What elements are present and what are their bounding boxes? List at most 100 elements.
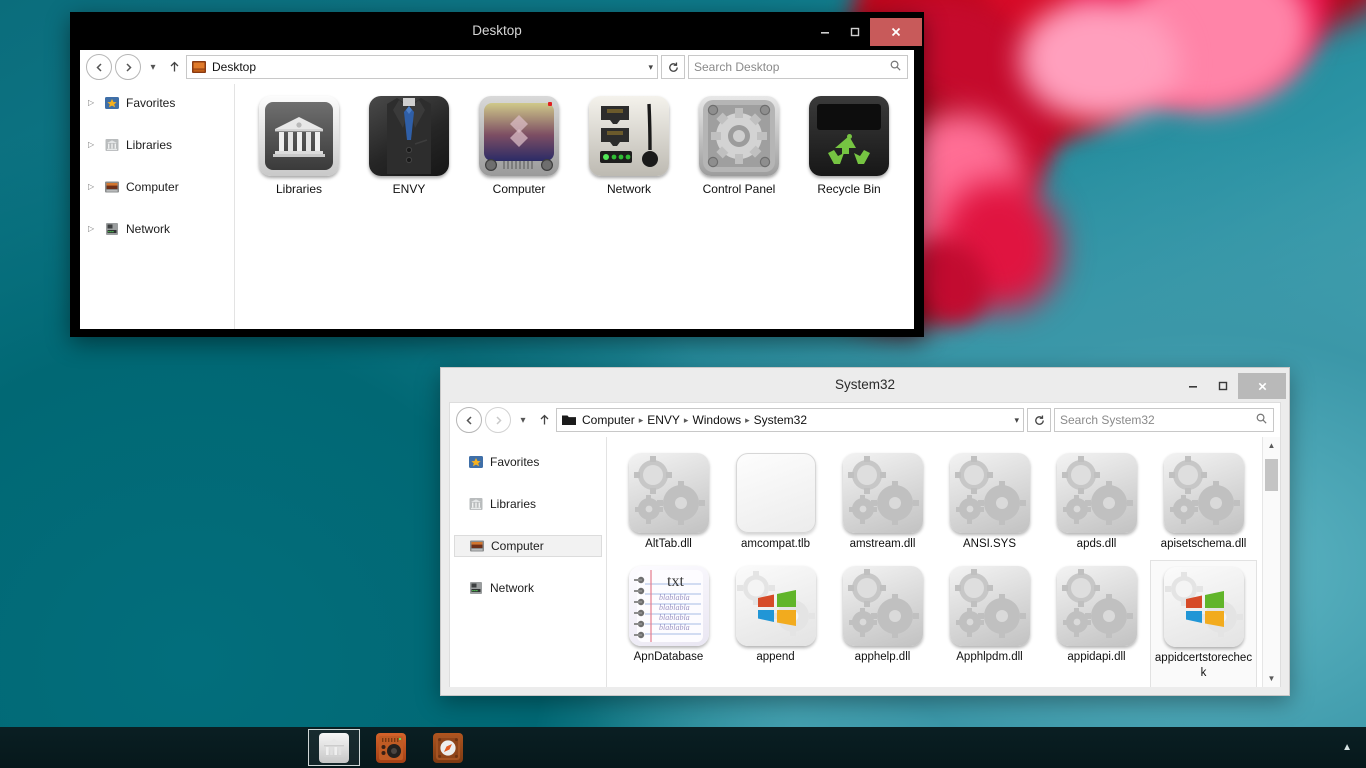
- computer-icon: [469, 538, 485, 554]
- desktop-item-control-panel[interactable]: Control Panel: [691, 96, 787, 196]
- file-item-apisetschema-dll[interactable]: apisetschema.dll: [1150, 447, 1257, 560]
- maximize-button[interactable]: [840, 17, 870, 47]
- search-icon[interactable]: [889, 59, 902, 75]
- file-item-append[interactable]: append: [722, 560, 829, 687]
- up-button[interactable]: [165, 55, 183, 79]
- dll-gears-icon: [1163, 453, 1244, 533]
- expand-triangle-icon[interactable]: ▷: [88, 183, 98, 191]
- scroll-thumb[interactable]: [1265, 459, 1278, 491]
- maximize-button[interactable]: [1208, 371, 1238, 401]
- up-button[interactable]: [535, 408, 553, 432]
- sidebar-item-computer[interactable]: Computer: [454, 535, 602, 557]
- taskbar-browser[interactable]: [422, 729, 474, 766]
- window-system32[interactable]: System32 ▾ Computer ▸ ENVY ▸ Windows ▸ S…: [440, 367, 1290, 696]
- refresh-button[interactable]: [1027, 408, 1051, 432]
- breadcrumb-separator[interactable]: ▸: [684, 415, 689, 426]
- desktop-folder-icon: [191, 59, 207, 75]
- breadcrumb-separator[interactable]: ▸: [639, 415, 644, 426]
- expand-triangle-icon[interactable]: ▷: [88, 99, 98, 107]
- scroll-up-arrow[interactable]: ▲: [1263, 437, 1280, 454]
- desktop-item-network[interactable]: Network: [581, 96, 677, 196]
- file-pane-system32[interactable]: AltTab.dll amcompat.tlb amstream.dll ANS…: [607, 437, 1280, 687]
- file-item-apndatabase[interactable]: txt blablabla blablabla blablabla blablabl…: [615, 560, 722, 687]
- chevron-down-icon[interactable]: ▾: [144, 55, 162, 79]
- dll-gears-icon: [949, 453, 1030, 533]
- address-bar-system32[interactable]: Computer ▸ ENVY ▸ Windows ▸ System32 ▾: [556, 408, 1024, 432]
- scroll-down-arrow[interactable]: ▼: [1263, 670, 1280, 687]
- address-dropdown-icon[interactable]: ▾: [1008, 415, 1019, 426]
- file-item-alttab-dll[interactable]: AltTab.dll: [615, 447, 722, 560]
- breadcrumb-item[interactable]: ENVY: [647, 413, 680, 427]
- minimize-button[interactable]: [1178, 371, 1208, 401]
- show-hidden-icons-button[interactable]: ▲: [1342, 742, 1352, 753]
- dll-gears-icon: [842, 566, 923, 646]
- sidebar-item-libraries[interactable]: Libraries: [450, 493, 606, 515]
- file-item-ansi-sys[interactable]: ANSI.SYS: [936, 447, 1043, 560]
- breadcrumb-item[interactable]: Computer: [582, 413, 635, 427]
- breadcrumb-separator[interactable]: ▸: [745, 415, 750, 426]
- window-controls-system32: [1178, 371, 1286, 401]
- back-button[interactable]: [86, 54, 112, 80]
- file-item-amstream-dll[interactable]: amstream.dll: [829, 447, 936, 560]
- desktop-item-recycle-bin[interactable]: Recycle Bin: [801, 96, 897, 196]
- back-button[interactable]: [456, 407, 482, 433]
- dll-gears-icon: [1056, 566, 1137, 646]
- file-pane-desktop[interactable]: Libraries ENVY Computer Network Control …: [235, 84, 914, 329]
- network-icon: [104, 221, 120, 237]
- refresh-button[interactable]: [661, 55, 685, 79]
- search-input-desktop[interactable]: Search Desktop: [688, 55, 908, 79]
- taskbar-audio[interactable]: [365, 729, 417, 766]
- desktop-item-label: Control Panel: [702, 182, 776, 196]
- forward-button[interactable]: [485, 407, 511, 433]
- file-item-apphlpdm-dll[interactable]: Apphlpdm.dll: [936, 560, 1043, 687]
- sidebar-item-computer[interactable]: ▷ Computer: [80, 176, 234, 198]
- system-tray[interactable]: ▲: [1342, 727, 1352, 768]
- vertical-scrollbar[interactable]: ▲ ▼: [1262, 437, 1280, 687]
- window-title-system32: System32: [834, 377, 896, 392]
- file-item-appidcertstorecheck[interactable]: appidcertstorecheck: [1150, 560, 1257, 687]
- taskbar[interactable]: ▲: [0, 727, 1366, 768]
- toolbar-desktop: ▾ Desktop ▾ Search Desktop: [80, 50, 914, 84]
- file-label: AltTab.dll: [645, 538, 692, 550]
- breadcrumb-item[interactable]: System32: [754, 413, 807, 427]
- desktop-item-libraries[interactable]: Libraries: [251, 96, 347, 196]
- desktop-item-computer[interactable]: Computer: [471, 96, 567, 196]
- desktop-item-envy[interactable]: ENVY: [361, 96, 457, 196]
- close-button[interactable]: [870, 18, 922, 46]
- minimize-button[interactable]: [810, 17, 840, 47]
- taskbar-libraries[interactable]: [308, 729, 360, 766]
- navigation-pane-system32: Favorites Libraries Computer Network: [450, 437, 607, 687]
- sidebar-item-label: Computer: [126, 180, 179, 194]
- sidebar-item-label: Computer: [491, 539, 544, 553]
- dll-gears-icon: [628, 453, 709, 533]
- breadcrumb-item[interactable]: Windows: [692, 413, 741, 427]
- chevron-down-icon[interactable]: ▾: [514, 408, 532, 432]
- titlebar-system32[interactable]: System32: [441, 368, 1289, 402]
- sidebar-item-favorites[interactable]: ▷ Favorites: [80, 92, 234, 114]
- file-item-apds-dll[interactable]: apds.dll: [1043, 447, 1150, 560]
- sidebar-item-network[interactable]: ▷ Network: [80, 218, 234, 240]
- desktop-item-label: ENVY: [392, 182, 426, 196]
- svg-text:blablabla: blablabla: [659, 613, 690, 622]
- sidebar-item-libraries[interactable]: ▷ Libraries: [80, 134, 234, 156]
- navigation-pane-desktop: ▷ Favorites ▷ Libraries ▷ Computer ▷ Net…: [80, 84, 235, 329]
- sidebar-item-network[interactable]: Network: [450, 577, 606, 599]
- computer-icon: [104, 179, 120, 195]
- address-bar-desktop[interactable]: Desktop ▾: [186, 55, 658, 79]
- compass-icon: [433, 732, 463, 763]
- file-label: apds.dll: [1076, 538, 1117, 550]
- file-item-apphelp-dll[interactable]: apphelp.dll: [829, 560, 936, 687]
- search-icon[interactable]: [1255, 412, 1268, 428]
- close-button[interactable]: [1238, 373, 1286, 399]
- file-item-amcompat-tlb[interactable]: amcompat.tlb: [722, 447, 829, 560]
- address-dropdown-icon[interactable]: ▾: [642, 62, 653, 73]
- file-item-appidapi-dll[interactable]: appidapi.dll: [1043, 560, 1150, 687]
- forward-button[interactable]: [115, 54, 141, 80]
- window-desktop[interactable]: Desktop ▾ Desktop ▾ Search Desktop ▷ Fav…: [70, 12, 924, 337]
- dll-gears-icon: [842, 453, 923, 533]
- titlebar-desktop[interactable]: Desktop: [70, 12, 924, 50]
- expand-triangle-icon[interactable]: ▷: [88, 225, 98, 233]
- expand-triangle-icon[interactable]: ▷: [88, 141, 98, 149]
- search-input-system32[interactable]: Search System32: [1054, 408, 1274, 432]
- sidebar-item-favorites[interactable]: Favorites: [450, 451, 606, 473]
